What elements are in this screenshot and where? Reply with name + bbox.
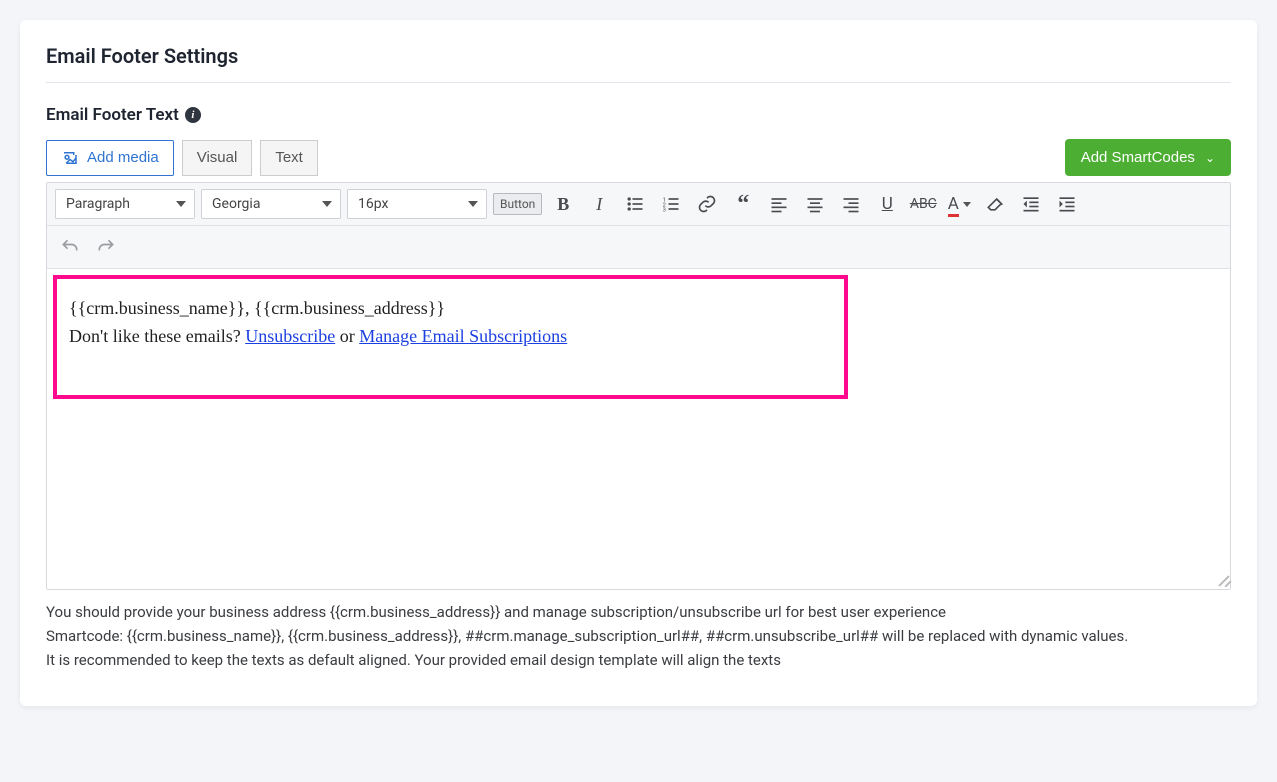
text-tab[interactable]: Text bbox=[260, 140, 318, 176]
button-tool[interactable]: Button bbox=[493, 193, 542, 215]
help-line-1: You should provide your business address… bbox=[46, 600, 1231, 624]
editor-content-area[interactable]: {{crm.business_name}}, {{crm.business_ad… bbox=[47, 269, 1230, 589]
italic-icon[interactable]: I bbox=[584, 189, 614, 219]
add-media-label: Add media bbox=[87, 149, 159, 166]
font-select[interactable]: Georgia bbox=[201, 189, 341, 219]
align-left-icon[interactable] bbox=[764, 189, 794, 219]
strikethrough-icon[interactable]: ABC bbox=[908, 189, 938, 219]
editor-wrap: Paragraph Georgia 16px Button B I 123 “ bbox=[46, 182, 1231, 590]
info-icon[interactable]: i bbox=[185, 107, 201, 123]
align-right-icon[interactable] bbox=[836, 189, 866, 219]
add-smartcodes-label: Add SmartCodes bbox=[1081, 149, 1195, 166]
fontsize-select[interactable]: 16px bbox=[347, 189, 487, 219]
add-media-button[interactable]: Add media bbox=[46, 140, 174, 176]
section-label-text: Email Footer Text bbox=[46, 105, 179, 125]
content-highlight-box: {{crm.business_name}}, {{crm.business_ad… bbox=[53, 275, 848, 399]
clear-format-icon[interactable] bbox=[980, 189, 1010, 219]
svg-text:3: 3 bbox=[663, 208, 666, 214]
outdent-icon[interactable] bbox=[1016, 189, 1046, 219]
indent-icon[interactable] bbox=[1052, 189, 1082, 219]
editor-toolbar: Paragraph Georgia 16px Button B I 123 “ bbox=[47, 183, 1230, 226]
section-label: Email Footer Text i bbox=[46, 105, 1231, 125]
help-line-2: Smartcode: {{crm.business_name}}, {{crm.… bbox=[46, 624, 1231, 648]
manage-subscriptions-link[interactable]: Manage Email Subscriptions bbox=[359, 326, 567, 346]
page-title: Email Footer Settings bbox=[46, 44, 1231, 68]
divider bbox=[46, 82, 1231, 83]
bullet-list-icon[interactable] bbox=[620, 189, 650, 219]
unsubscribe-link[interactable]: Unsubscribe bbox=[245, 326, 335, 346]
editor-text[interactable]: {{crm.business_name}}, {{crm.business_ad… bbox=[69, 295, 832, 351]
blockquote-icon[interactable]: “ bbox=[728, 189, 758, 219]
paragraph-select-label: Paragraph bbox=[66, 196, 130, 212]
resize-handle[interactable] bbox=[1214, 573, 1228, 587]
align-center-icon[interactable] bbox=[800, 189, 830, 219]
media-icon bbox=[61, 149, 79, 167]
link-icon[interactable] bbox=[692, 189, 722, 219]
add-smartcodes-button[interactable]: Add SmartCodes ⌄ bbox=[1065, 139, 1231, 176]
editor-or: or bbox=[335, 326, 359, 346]
help-text: You should provide your business address… bbox=[46, 600, 1231, 672]
underline-icon[interactable]: U bbox=[872, 189, 902, 219]
undo-icon[interactable] bbox=[55, 232, 85, 262]
visual-tab[interactable]: Visual bbox=[182, 140, 253, 176]
editor-line-2: Don't like these emails? Unsubscribe or … bbox=[69, 323, 832, 351]
redo-icon[interactable] bbox=[91, 232, 121, 262]
bold-icon[interactable]: B bbox=[548, 189, 578, 219]
text-color-icon[interactable]: A bbox=[944, 189, 974, 219]
editor-line-1: {{crm.business_name}}, {{crm.business_ad… bbox=[69, 295, 832, 323]
chevron-down-icon: ⌄ bbox=[1205, 151, 1215, 165]
help-line-3: It is recommended to keep the texts as d… bbox=[46, 648, 1231, 672]
fontsize-select-label: 16px bbox=[358, 196, 388, 212]
numbered-list-icon[interactable]: 123 bbox=[656, 189, 686, 219]
editor-line2-pre: Don't like these emails? bbox=[69, 326, 245, 346]
font-select-label: Georgia bbox=[212, 196, 260, 212]
paragraph-select[interactable]: Paragraph bbox=[55, 189, 195, 219]
